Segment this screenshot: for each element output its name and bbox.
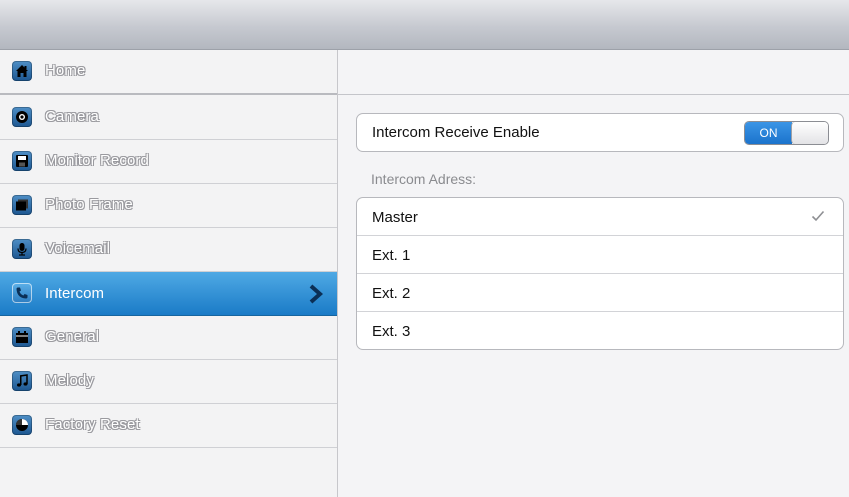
sidebar-item-label: Home [45, 62, 86, 79]
chevron-right-icon [309, 284, 324, 304]
photo-frame-icon [12, 195, 32, 215]
address-section-label: Intercom Adress: [371, 171, 477, 187]
sidebar-item-photo-frame[interactable]: Photo Frame [0, 184, 337, 228]
sidebar-item-voicemail[interactable]: Voicemail [0, 228, 337, 272]
music-note-icon [12, 371, 32, 391]
toggle-on-label: ON [745, 122, 792, 144]
address-option-ext-1[interactable]: Ext. 1 [357, 236, 843, 274]
sidebar-item-label: Camera [45, 108, 99, 125]
reset-icon [12, 415, 32, 435]
sidebar-item-label: Monitor Record [45, 152, 149, 169]
camera-icon [12, 107, 32, 127]
sidebar: Home Camera Monitor Record Photo Frame V… [0, 50, 338, 497]
sidebar-item-general[interactable]: General [0, 316, 337, 360]
sidebar-item-label: Photo Frame [45, 196, 133, 213]
sidebar-item-intercom[interactable]: Intercom [0, 272, 337, 316]
address-option-master[interactable]: Master [357, 198, 843, 236]
address-option-ext-2[interactable]: Ext. 2 [357, 274, 843, 312]
sidebar-item-label: Intercom [45, 285, 105, 302]
toggle-knob [791, 122, 828, 144]
address-list: Master Ext. 1 Ext. 2 Ext. 3 [356, 197, 844, 350]
address-option-label: Master [372, 209, 418, 226]
calendar-icon [12, 327, 32, 347]
sidebar-item-label: Voicemail [45, 240, 111, 257]
receive-enable-toggle[interactable]: ON [744, 121, 829, 145]
content-header [338, 50, 849, 95]
sidebar-item-monitor-record[interactable]: Monitor Record [0, 140, 337, 184]
phone-icon [12, 283, 32, 303]
microphone-icon [12, 239, 32, 259]
receive-enable-row: Intercom Receive Enable ON [356, 113, 844, 152]
address-option-label: Ext. 2 [372, 285, 411, 302]
content-panel: Intercom Receive Enable ON Intercom Adre… [338, 50, 849, 497]
address-option-label: Ext. 3 [372, 323, 411, 340]
sidebar-item-label: Melody [45, 372, 94, 389]
sidebar-item-melody[interactable]: Melody [0, 360, 337, 404]
sidebar-item-label: General [45, 328, 100, 345]
title-bar [0, 0, 849, 50]
sidebar-item-camera[interactable]: Camera [0, 96, 337, 140]
sidebar-item-factory-reset[interactable]: Factory Reset [0, 404, 337, 448]
sidebar-item-home[interactable]: Home [0, 50, 337, 95]
sidebar-item-label: Factory Reset [45, 416, 140, 433]
receive-enable-label: Intercom Receive Enable [372, 124, 540, 141]
home-icon [12, 61, 32, 81]
save-icon [12, 151, 32, 171]
checkmark-icon [811, 210, 825, 222]
address-option-label: Ext. 1 [372, 247, 411, 264]
address-option-ext-3[interactable]: Ext. 3 [357, 312, 843, 350]
